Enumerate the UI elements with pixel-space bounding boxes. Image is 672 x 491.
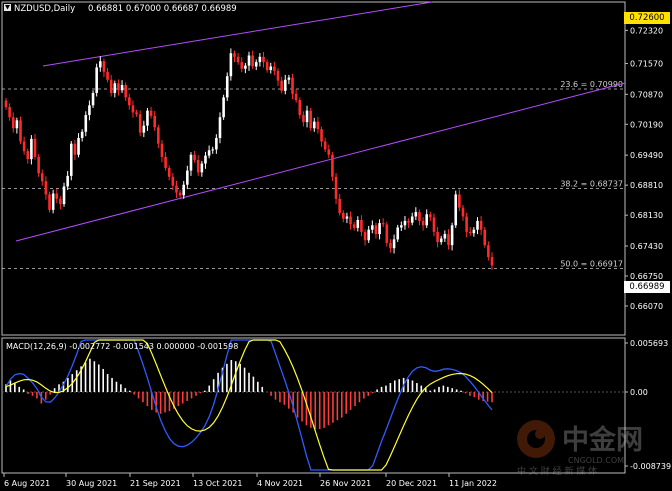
candle — [19, 116, 22, 145]
candle — [69, 141, 73, 181]
trading-chart[interactable]: 中金网 CNGOLD.COM 中 文 财 经 新 媒 体 23.6 = 0.70… — [0, 0, 672, 491]
price-tick-label: 0.72320 — [630, 26, 663, 35]
price-tick-label: 0.66070 — [630, 302, 663, 311]
candle — [91, 90, 95, 108]
price-tick-label: 0.66750 — [630, 272, 663, 281]
symbol-label: NZDUSD,Daily — [14, 4, 75, 14]
watermark-tagline: 中 文 财 经 新 媒 体 — [517, 465, 597, 477]
price-tick-label: 0.68810 — [630, 181, 663, 190]
time-tick-label: 13 Oct 2021 — [193, 479, 242, 488]
candle — [138, 110, 142, 137]
price-tick-label: 0.67430 — [630, 242, 663, 251]
time-tick-label: 11 Jan 2022 — [449, 479, 497, 488]
price-tick-label: 0.68130 — [630, 211, 663, 220]
candle — [483, 227, 487, 248]
price-tick-label: 0.70190 — [630, 120, 663, 129]
time-tick-label: 6 Aug 2021 — [4, 479, 50, 488]
current-price-marker: 0.66989 — [624, 281, 670, 293]
candle — [309, 107, 312, 131]
top-price-marker: 0.72600 — [624, 12, 670, 24]
candle — [222, 94, 225, 120]
macd-tick-label: -0.008739 — [630, 462, 671, 471]
fib-level-label: 50.0 = 0.66917 — [560, 260, 623, 269]
watermark-domain: CNGOLD.COM — [568, 456, 624, 465]
time-tick-label: 30 Aug 2021 — [66, 479, 117, 488]
candle — [225, 72, 229, 101]
macd-tick-label: 0.005693 — [630, 339, 668, 348]
macd-tick-label: 0.00 — [630, 388, 648, 397]
candle — [385, 221, 389, 247]
fib-level-label: 23.6 = 0.70990 — [560, 80, 623, 89]
candle — [48, 191, 51, 213]
time-tick-label: 26 Nov 2021 — [320, 479, 371, 488]
candle — [454, 190, 458, 228]
watermark-brand: 中金网 — [562, 424, 643, 456]
price-tick-label: 0.70870 — [630, 90, 663, 99]
candle — [95, 63, 98, 97]
ohlc-values: 0.66881 0.67000 0.66687 0.66989 — [88, 4, 237, 14]
time-tick-label: 4 Nov 2021 — [257, 479, 303, 488]
macd-label: MACD(12,26,9) -0.002772 -0.001543 0.0000… — [6, 342, 238, 351]
chart-canvas[interactable]: 中金网 CNGOLD.COM 中 文 财 经 新 媒 体 23.6 = 0.70… — [0, 0, 672, 491]
price-tick-label: 0.71570 — [630, 59, 663, 68]
time-tick-label: 20 Dec 2021 — [386, 479, 437, 488]
chart-header: NZDUSD,Daily 0.66881 0.67000 0.66687 0.6… — [4, 4, 237, 14]
fib-level-label: 38.2 = 0.68737 — [560, 179, 623, 188]
time-tick-label: 21 Sep 2021 — [130, 479, 181, 488]
price-tick-label: 0.69490 — [630, 151, 663, 160]
